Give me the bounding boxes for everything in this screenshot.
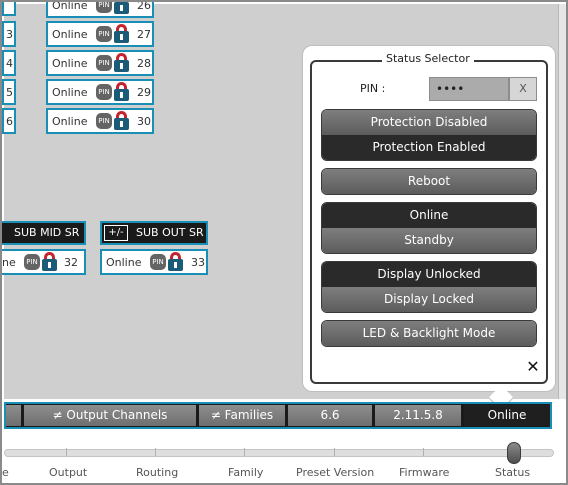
vertical-scrollbar[interactable] xyxy=(558,4,566,399)
sub-mid-header[interactable]: SUB MID SR xyxy=(2,221,86,245)
channel-row-29[interactable]: Online PIN 29 xyxy=(46,79,154,105)
column-slider-track[interactable] xyxy=(4,449,554,457)
channel-number: 27 xyxy=(137,28,151,41)
sub-mid-title: SUB MID SR xyxy=(14,226,80,239)
padlock-icon[interactable] xyxy=(168,252,184,272)
pin-label: PIN : xyxy=(360,82,386,95)
left-channel-strip: 3 4 5 6 xyxy=(2,2,16,134)
channel-row-32[interactable]: ne PIN 32 xyxy=(2,249,86,275)
slider-tick xyxy=(66,448,67,456)
channel-row-33[interactable]: Online PIN 33 xyxy=(100,249,208,275)
channel-number: 32 xyxy=(64,256,78,269)
display-unlocked-button[interactable]: Display Unlocked xyxy=(322,262,536,287)
slider-label[interactable]: e xyxy=(2,466,9,479)
polarity-toggle-button[interactable]: +/- xyxy=(104,225,128,241)
pin-input[interactable]: •••• xyxy=(429,77,509,101)
slider-label-output[interactable]: Output xyxy=(49,466,87,479)
led-backlight-group: LED & Backlight Mode xyxy=(321,320,537,347)
display-locked-button[interactable]: Display Locked xyxy=(322,287,536,312)
standby-button[interactable]: Standby xyxy=(322,228,536,253)
left-channel-number: 5 xyxy=(6,86,13,99)
channel-status: ne xyxy=(2,256,16,269)
channel-status: Online xyxy=(52,86,88,99)
pin-badge-icon[interactable]: PIN xyxy=(96,84,112,100)
channel-number: 33 xyxy=(191,256,205,269)
channel-row-27[interactable]: Online PIN 27 xyxy=(46,21,154,47)
protection-disabled-button[interactable]: Protection Disabled xyxy=(322,110,536,135)
tab-preset-version[interactable]: 6.6 xyxy=(288,405,372,426)
pin-badge-icon[interactable]: PIN xyxy=(96,26,112,42)
protection-enabled-button[interactable]: Protection Enabled xyxy=(322,135,536,160)
sub-out-title: SUB OUT SR xyxy=(136,226,204,239)
padlock-icon[interactable] xyxy=(114,53,130,73)
slider-label-family[interactable]: Family xyxy=(228,466,263,479)
channel-status: Online xyxy=(106,256,142,269)
channel-number: 26 xyxy=(137,0,151,12)
left-channel-number: 6 xyxy=(6,115,13,128)
display-lock-group: Display Unlocked Display Locked xyxy=(321,261,537,313)
padlock-icon[interactable] xyxy=(114,2,130,15)
slider-tick xyxy=(423,448,424,456)
column-tab-bar: ≠ Output Channels ≠ Families 6.6 2.11.5.… xyxy=(4,402,552,429)
tab-partial[interactable] xyxy=(6,405,21,426)
tab-output-channels[interactable]: ≠ Output Channels xyxy=(24,405,196,426)
channel-row-28[interactable]: Online PIN 28 xyxy=(46,50,154,76)
slider-label-firmware[interactable]: Firmware xyxy=(399,466,449,479)
padlock-icon[interactable] xyxy=(114,24,130,44)
left-channel-number: 4 xyxy=(6,57,13,70)
padlock-icon[interactable] xyxy=(42,252,58,272)
tab-firmware[interactable]: 2.11.5.8 xyxy=(375,405,461,426)
slider-label-routing[interactable]: Routing xyxy=(136,466,178,479)
protection-group: Protection Disabled Protection Enabled xyxy=(321,109,537,161)
online-standby-group: Online Standby xyxy=(321,202,537,254)
channel-status: Online xyxy=(52,28,88,41)
tab-families[interactable]: ≠ Families xyxy=(199,405,285,426)
pin-badge-icon[interactable]: PIN xyxy=(24,254,40,270)
channel-row-30[interactable]: Online PIN 30 xyxy=(46,108,154,134)
slider-label-preset-version[interactable]: Preset Version xyxy=(296,466,374,479)
channel-number: 29 xyxy=(137,86,151,99)
pin-badge-icon[interactable]: PIN xyxy=(96,55,112,71)
column-slider-knob[interactable] xyxy=(507,442,521,464)
padlock-icon[interactable] xyxy=(114,111,130,131)
channel-status: Online xyxy=(52,57,88,70)
close-icon[interactable]: ✕ xyxy=(524,358,542,376)
pin-badge-icon[interactable]: PIN xyxy=(150,254,166,270)
pin-badge-icon[interactable]: PIN xyxy=(96,2,112,13)
padlock-icon[interactable] xyxy=(114,82,130,102)
online-button[interactable]: Online xyxy=(322,203,536,228)
reboot-group: Reboot xyxy=(321,168,537,195)
channel-status: Online xyxy=(52,115,88,128)
reboot-button[interactable]: Reboot xyxy=(322,169,536,194)
tab-status[interactable]: Online xyxy=(464,405,550,426)
channel-status: Online xyxy=(52,0,88,12)
slider-tick xyxy=(244,448,245,456)
slider-label-status[interactable]: Status xyxy=(495,466,530,479)
status-selector-title: Status Selector xyxy=(382,52,474,65)
channel-number: 30 xyxy=(137,115,151,128)
pin-clear-button[interactable]: X xyxy=(509,77,537,101)
slider-tick xyxy=(334,448,335,456)
channel-row-26[interactable]: Online PIN 26 xyxy=(46,0,154,18)
pin-badge-icon[interactable]: PIN xyxy=(96,113,112,129)
sub-out-header[interactable]: +/- SUB OUT SR xyxy=(100,221,208,245)
channel-number: 28 xyxy=(137,57,151,70)
slider-tick xyxy=(155,448,156,456)
led-backlight-mode-button[interactable]: LED & Backlight Mode xyxy=(322,321,536,346)
left-channel-number: 3 xyxy=(6,28,13,41)
app-frame: 3 4 5 6 Online PIN 26 Online PIN 27 Onli… xyxy=(0,0,568,485)
